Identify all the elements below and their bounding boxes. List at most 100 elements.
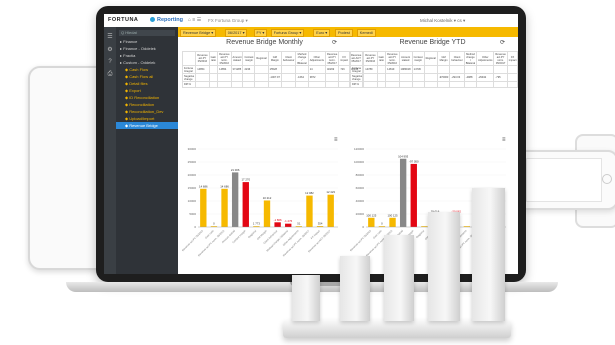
chart-bar (399, 158, 407, 227)
filter-dropdown[interactable]: 06/2017 ▾ (224, 29, 248, 37)
table-cell (449, 81, 465, 88)
nav-item[interactable]: ▸ Finance - Oddelek (116, 45, 178, 52)
table-cell (449, 65, 465, 74)
decor-bar-2 (340, 256, 370, 321)
refresh-icon[interactable]: ⟳ (332, 39, 337, 46)
table-row: Fortuna Integral 14854 14854 371285 2236 1552… (181, 65, 364, 74)
chart-bar (231, 172, 239, 227)
nav-item[interactable]: ◆ Reconciliation_Dev (116, 108, 178, 115)
print-icon[interactable]: ⎙ (104, 71, 116, 78)
filter-dropdown[interactable]: Euro ▾ (313, 29, 331, 37)
bar-data-label: 12 423 (326, 190, 335, 194)
laptop-frame: FORTUNA Reporting ⌂ ≡ ☰ FX Fortuna Group… (96, 6, 526, 282)
nav-item[interactable]: ◆ Export (116, 87, 178, 94)
table-cell (254, 65, 269, 74)
table-cell (436, 81, 451, 88)
table-cell (363, 73, 378, 82)
table-cell: Diff.% (349, 81, 365, 88)
table-cell: 371285 (230, 65, 244, 74)
column-header: Method change / Bilateral (463, 51, 478, 66)
nav-item[interactable]: ▸ Finance (116, 38, 178, 45)
nav-item[interactable]: ◆ Detail files (116, 80, 178, 87)
y-tick-label: 15000 (188, 186, 197, 190)
bar-data-label: 21 006 (231, 168, 240, 172)
table-cell (280, 73, 297, 82)
nav-item[interactable]: ▸ Custom - Oddelek (116, 59, 178, 66)
table-cell (506, 73, 518, 82)
table-cell: -970963 (436, 73, 451, 82)
table-cell (208, 73, 219, 82)
filter-dropdown[interactable]: Fortuna Group ▾ (270, 29, 305, 37)
table-cell (423, 73, 438, 82)
table-cell (411, 81, 425, 88)
table-cell (338, 81, 350, 88)
settings-icon[interactable]: ⚙ (104, 46, 116, 53)
table-cell (324, 81, 340, 88)
decor-bar-1 (292, 275, 320, 321)
column-header (349, 51, 365, 66)
table-cell: 40299 (324, 65, 340, 74)
table-cell (423, 65, 438, 74)
filter-dropdown[interactable]: Podest (335, 29, 353, 37)
chart-bar (410, 163, 417, 227)
filter-dropdown[interactable]: FY ▾ (253, 29, 268, 37)
table-cell (476, 65, 495, 74)
bar-data-label: 0 (213, 222, 215, 226)
toolbar-icons[interactable]: ⌂ ≡ ☰ (188, 17, 201, 23)
y-tick-label: 5000 (189, 212, 196, 216)
column-header: GM Margin (267, 51, 282, 66)
table-cell: Negative change (181, 73, 197, 82)
nav-item[interactable]: ◆ ID Reconciliation (116, 94, 178, 101)
table-cell (217, 73, 232, 82)
table-cell (463, 65, 478, 74)
breadcrumb[interactable]: FX Fortuna Group ▾ (208, 18, 248, 24)
y-tick-label: 0 (194, 225, 196, 229)
table-row: Diff.% (349, 81, 518, 88)
table-cell (280, 81, 297, 88)
column-header: Gain ratio (376, 51, 387, 66)
app-topbar: FORTUNA Reporting ⌂ ≡ ☰ FX Fortuna Group… (104, 14, 518, 28)
table-cell: -1007.97 (267, 73, 282, 82)
panel-title: Revenue Bridge Monthly (226, 39, 303, 46)
table-cell (398, 81, 413, 88)
user-menu[interactable]: Michal Kostelnik ▾ cs ▾ (420, 18, 465, 24)
bar-plinth (283, 320, 511, 338)
column-header: Contest margin (242, 51, 256, 66)
table-cell: 726 (338, 65, 350, 74)
table-cell (506, 65, 518, 74)
table-cell (230, 81, 244, 88)
nav-item[interactable]: ◆ Upload/Import (116, 115, 178, 122)
filter-dropdown[interactable]: Revenue Bridge ▾ (180, 29, 217, 37)
column-header: Gain ratio (208, 51, 219, 66)
x-category-label: Regional (247, 229, 257, 239)
nav-item[interactable]: ◆ Revenue Bridge (116, 122, 178, 129)
icon-sidebar: ☰ ⚙ ? ⎙ (104, 27, 116, 274)
help-icon[interactable]: ? (104, 59, 116, 65)
decor-bar-5 (472, 188, 505, 321)
nav-item[interactable]: ◆ Cash Flow (116, 66, 178, 73)
chart-menu-icon[interactable]: ≡ (502, 137, 506, 143)
nav-search-input[interactable]: Q Hledat (119, 30, 175, 36)
y-tick-label: 20000 (188, 173, 197, 177)
filter-dropdown[interactable]: Kemedi (356, 29, 376, 37)
table-cell: Fortuna Integral (349, 65, 365, 74)
menu-icon[interactable]: ☰ (104, 33, 116, 40)
table-cell (385, 81, 400, 88)
chart-bar (368, 217, 375, 227)
chart-bar (200, 188, 207, 227)
app-name[interactable]: Reporting (150, 17, 183, 23)
chart-menu-icon[interactable]: ≡ (334, 137, 338, 143)
nav-item[interactable]: ◆ Reconciliation (116, 101, 178, 108)
nav-item[interactable]: ▸ Fractia (116, 52, 178, 59)
table-cell (217, 81, 232, 88)
table-cell (411, 73, 425, 82)
bar-data-label: 104 993 (398, 154, 409, 158)
chart-bar (389, 217, 396, 227)
table-cell: 1989018 (398, 65, 413, 74)
table-cell: -4988 (463, 73, 478, 82)
column-header: Other Adjustments (307, 51, 326, 66)
decor-bar-4 (428, 212, 460, 321)
x-category-label: Revenue act.PY 05/2016 (350, 228, 372, 252)
refresh-icon[interactable]: ⟳ (500, 39, 505, 46)
nav-item[interactable]: ◆ Cash Flow all (116, 73, 178, 80)
